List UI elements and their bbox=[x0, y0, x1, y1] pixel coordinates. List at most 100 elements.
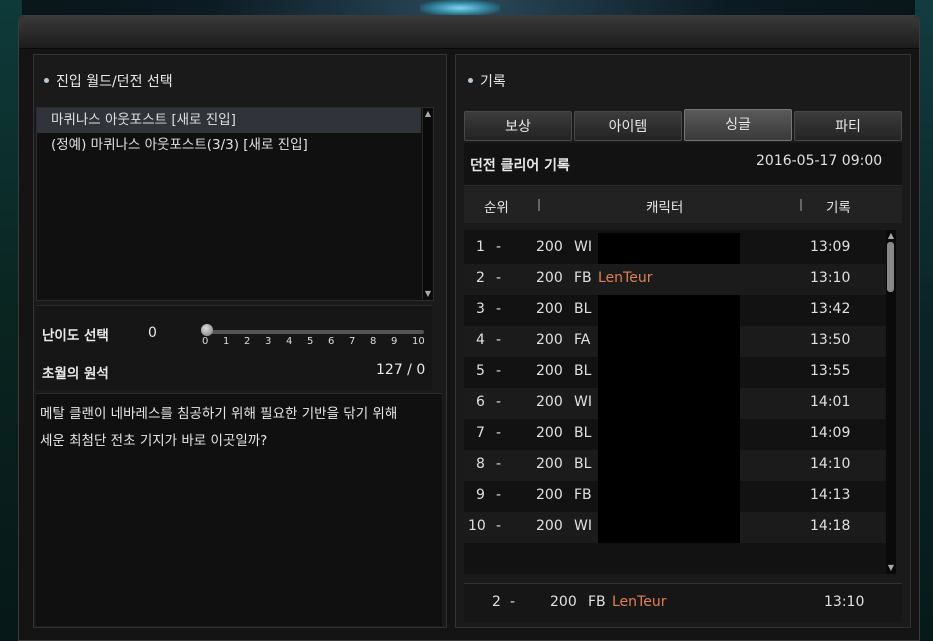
background-glow bbox=[420, 0, 500, 16]
record-class: FA bbox=[574, 332, 591, 348]
record-time: 13:42 bbox=[810, 301, 851, 317]
my-dash: - bbox=[510, 594, 516, 610]
record-column-header: 순위 캐릭터 기록 bbox=[464, 187, 902, 223]
record-list-scrollbar[interactable]: ▲ ▼ bbox=[886, 230, 896, 574]
record-time: 14:10 bbox=[810, 456, 851, 472]
record-time: 14:09 bbox=[810, 425, 851, 441]
record-rank: 8 bbox=[476, 456, 485, 472]
record-level: 200 bbox=[536, 239, 563, 255]
tab-item[interactable]: 아이템 bbox=[574, 111, 682, 141]
record-dash: - bbox=[496, 270, 502, 286]
name-redaction bbox=[598, 388, 740, 419]
scroll-down-icon[interactable]: ▼ bbox=[887, 564, 895, 572]
record-rank: 1 bbox=[476, 239, 485, 255]
record-dash: - bbox=[496, 518, 502, 534]
dungeon-select-title: 진입 월드/던전 선택 bbox=[44, 71, 173, 91]
window-header bbox=[19, 16, 919, 49]
record-level: 200 bbox=[536, 332, 563, 348]
stone-value: 127 / 0 bbox=[376, 362, 426, 378]
record-header: 던전 클리어 기록 2016-05-17 09:00 bbox=[464, 143, 902, 186]
record-class: BL bbox=[574, 301, 592, 317]
record-level: 200 bbox=[536, 394, 563, 410]
record-class: WI bbox=[574, 394, 592, 410]
record-time: 14:01 bbox=[810, 394, 851, 410]
difficulty-label: 난이도 선택 bbox=[42, 328, 109, 344]
tab-reward[interactable]: 보상 bbox=[464, 111, 572, 141]
column-rank: 순위 bbox=[484, 200, 509, 216]
record-dash: - bbox=[496, 425, 502, 441]
dungeon-list-scrollbar[interactable]: ▲ ▼ bbox=[422, 108, 433, 300]
slider-tick-label: 6 bbox=[328, 336, 335, 347]
slider-tick-label: 10 bbox=[412, 336, 425, 347]
difficulty-value: 0 bbox=[148, 325, 157, 341]
record-level: 200 bbox=[536, 270, 563, 286]
scroll-up-icon[interactable]: ▲ bbox=[887, 232, 895, 240]
scroll-down-icon[interactable]: ▼ bbox=[424, 290, 432, 298]
record-dash: - bbox=[496, 239, 502, 255]
record-level: 200 bbox=[536, 363, 563, 379]
record-dash: - bbox=[496, 487, 502, 503]
record-rank: 3 bbox=[476, 301, 485, 317]
record-row[interactable]: 10- 200 WI 14:18 bbox=[464, 512, 886, 543]
record-class: WI bbox=[574, 518, 592, 534]
stone-label: 초월의 원석 bbox=[42, 366, 109, 382]
dungeon-list: 마퀴나스 아웃포스트 [새로 진입] (정예) 마퀴나스 아웃포스트(3/3) [… bbox=[36, 107, 434, 301]
dungeon-item[interactable]: 마퀴나스 아웃포스트 [새로 진입] bbox=[37, 108, 421, 133]
dungeon-window: 진입 월드/던전 선택 마퀴나스 아웃포스트 [새로 진입] (정예) 마퀴나스 … bbox=[18, 15, 920, 641]
record-time: 13:10 bbox=[810, 270, 851, 286]
dungeon-select-title-text: 진입 월드/던전 선택 bbox=[56, 74, 173, 90]
record-time: 14:13 bbox=[810, 487, 851, 503]
record-panel: 기록 보상 아이템 싱글 파티 던전 클리어 기록 2016-05-17 09:… bbox=[455, 54, 911, 628]
description-line-1: 메탈 클랜이 네바레스를 침공하기 위해 필요한 기반을 닦기 위해 bbox=[40, 406, 398, 422]
record-rank: 5 bbox=[476, 363, 485, 379]
column-character: 캐릭터 bbox=[646, 200, 684, 216]
name-redaction bbox=[598, 326, 740, 357]
record-rank: 9 bbox=[476, 487, 485, 503]
record-row[interactable]: 6- 200 WI 14:01 bbox=[464, 388, 886, 419]
dungeon-description: 메탈 클랜이 네바레스를 침공하기 위해 필요한 기반을 닦기 위해 세운 최첨… bbox=[36, 393, 442, 626]
record-dash: - bbox=[496, 456, 502, 472]
slider-tick-label: 2 bbox=[244, 336, 251, 347]
record-class: WI bbox=[574, 239, 592, 255]
name-redaction bbox=[598, 233, 740, 264]
name-redaction bbox=[598, 512, 740, 543]
record-time: 14:18 bbox=[810, 518, 851, 534]
record-date: 2016-05-17 09:00 bbox=[756, 153, 883, 169]
record-row[interactable]: 7- 200 BL 14:09 bbox=[464, 419, 886, 450]
record-rank: 7 bbox=[476, 425, 485, 441]
slider-tick-label: 4 bbox=[286, 336, 293, 347]
record-row[interactable]: 1- 200 WI 13:09 bbox=[464, 233, 886, 264]
record-row[interactable]: 9- 200 FB 14:13 bbox=[464, 481, 886, 512]
record-title-text: 기록 bbox=[480, 74, 506, 90]
record-rank: 4 bbox=[476, 332, 485, 348]
record-header-title: 던전 클리어 기록 bbox=[470, 158, 570, 174]
record-time: 13:09 bbox=[810, 239, 851, 255]
tab-party[interactable]: 파티 bbox=[794, 111, 902, 141]
slider-tick-label: 8 bbox=[370, 336, 377, 347]
record-row[interactable]: 8- 200 BL 14:10 bbox=[464, 450, 886, 481]
record-row[interactable]: 4- 200 FA 13:50 bbox=[464, 326, 886, 357]
record-title: 기록 bbox=[468, 71, 506, 91]
difficulty-slider-knob[interactable] bbox=[201, 324, 213, 336]
record-time: 13:55 bbox=[810, 363, 851, 379]
column-separator bbox=[800, 199, 802, 211]
record-row[interactable]: 2- 200 FB LenTeur 13:10 bbox=[464, 264, 886, 295]
bullet-icon bbox=[44, 77, 49, 83]
record-row[interactable]: 5- 200 BL 13:55 bbox=[464, 357, 886, 388]
scroll-thumb[interactable] bbox=[887, 242, 894, 292]
scroll-up-icon[interactable]: ▲ bbox=[424, 110, 432, 118]
name-redaction bbox=[598, 481, 740, 512]
dungeon-item[interactable]: (정예) 마퀴나스 아웃포스트(3/3) [새로 진입] bbox=[37, 133, 421, 158]
my-rank: 2 bbox=[492, 594, 501, 610]
difficulty-slider-track[interactable] bbox=[206, 330, 424, 334]
slider-tick-label: 5 bbox=[307, 336, 314, 347]
tab-single[interactable]: 싱글 bbox=[684, 109, 792, 141]
slider-tick-label: 7 bbox=[349, 336, 356, 347]
record-level: 200 bbox=[536, 518, 563, 534]
slider-tick-label: 0 bbox=[202, 336, 209, 347]
record-row[interactable]: 3- 200 BL 13:42 bbox=[464, 295, 886, 326]
record-character-name: LenTeur bbox=[598, 270, 653, 286]
record-rank: 2 bbox=[476, 270, 485, 286]
my-class: FB bbox=[588, 594, 606, 610]
record-tabs: 보상 아이템 싱글 파티 bbox=[464, 109, 904, 143]
